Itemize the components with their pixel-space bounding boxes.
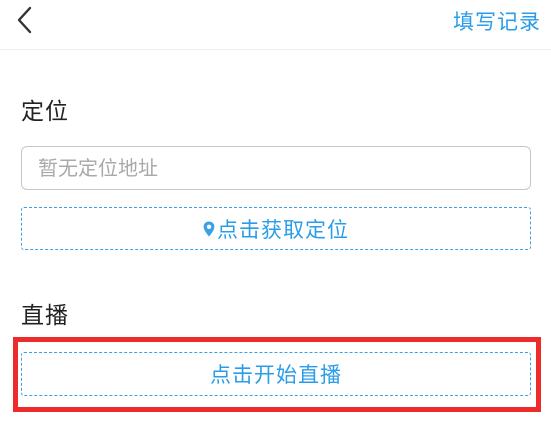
fill-record-link[interactable]: 填写记录 — [453, 6, 541, 36]
back-button[interactable] — [8, 3, 42, 37]
location-pin-icon — [203, 218, 215, 242]
start-live-label: 点击开始直播 — [210, 363, 342, 387]
page: 填写记录 定位 点击获取定位 直播 点击开始直播 — [0, 0, 551, 435]
location-section-title: 定位 — [21, 99, 69, 125]
live-section-title: 直播 — [21, 303, 69, 329]
location-address-input[interactable] — [21, 146, 531, 190]
nav-bar: 填写记录 — [0, 0, 551, 50]
get-location-button[interactable]: 点击获取定位 — [21, 207, 531, 250]
get-location-label: 点击获取定位 — [217, 217, 349, 242]
chevron-left-icon — [17, 6, 32, 34]
start-live-button[interactable]: 点击开始直播 — [21, 352, 531, 396]
